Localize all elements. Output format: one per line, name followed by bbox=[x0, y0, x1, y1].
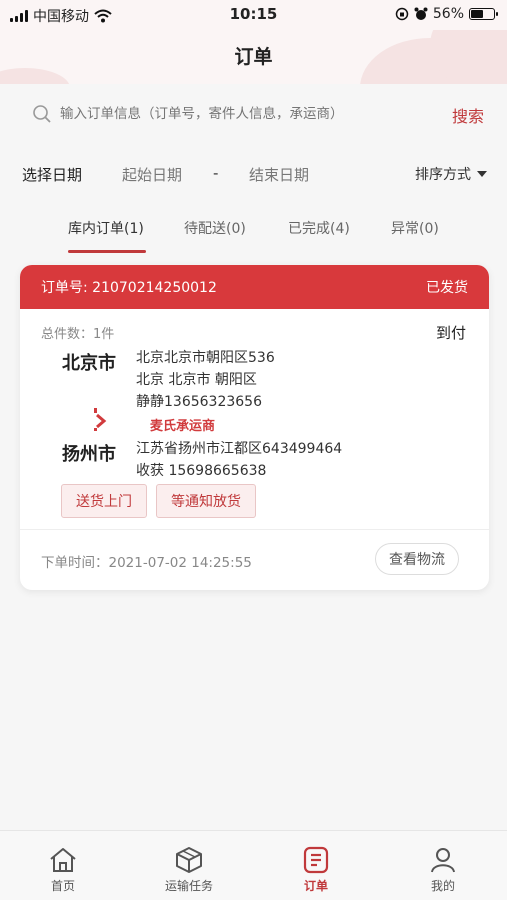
orientation-lock-icon bbox=[395, 7, 409, 21]
page-title: 订单 bbox=[234, 46, 273, 68]
order-card[interactable]: 订单号: 21070214250012 已发货 总件数：1件 到付 北京市 北京… bbox=[20, 265, 489, 590]
card-divider bbox=[20, 529, 489, 530]
nav-transport-tasks[interactable]: 运输任务 bbox=[126, 831, 252, 900]
order-time: 下单时间：2021-07-02 14:25:55 bbox=[41, 555, 252, 571]
date-separator: - bbox=[213, 164, 219, 182]
order-tabs: 库内订单(1) 待配送(0) 已完成(4) 异常(0) bbox=[22, 212, 487, 256]
nav-profile-label: 我的 bbox=[430, 879, 455, 893]
order-number: 订单号: 21070214250012 bbox=[41, 280, 217, 296]
search-bar: 搜索 bbox=[22, 92, 492, 136]
battery-icon bbox=[469, 8, 498, 20]
page-header: 订单 bbox=[0, 30, 507, 84]
end-date-field[interactable]: 结束日期 bbox=[249, 164, 309, 185]
box-icon bbox=[176, 847, 202, 873]
order-status: 已发货 bbox=[426, 280, 468, 296]
sender-address: 北京北京市朝阳区536 bbox=[136, 350, 275, 366]
nav-transport-label: 运输任务 bbox=[164, 879, 213, 893]
to-city: 扬州市 bbox=[62, 444, 116, 465]
date-filter: 选择日期 起始日期 - 结束日期 排序方式 bbox=[22, 160, 487, 190]
receiver-contact: 收获 15698665638 bbox=[136, 463, 267, 479]
order-icon bbox=[303, 846, 329, 874]
nav-home[interactable]: 首页 bbox=[0, 831, 126, 900]
tab-pending-delivery[interactable]: 待配送(0) bbox=[184, 218, 246, 238]
route-arrow-icon bbox=[94, 408, 107, 431]
status-right: 56% bbox=[395, 6, 498, 22]
header-decoration bbox=[0, 68, 70, 84]
nav-profile[interactable]: 我的 bbox=[380, 831, 506, 900]
search-button[interactable]: 搜索 bbox=[452, 103, 484, 127]
tag-wait-notice-release: 等通知放货 bbox=[156, 484, 256, 518]
nav-orders-label: 订单 bbox=[303, 879, 328, 893]
nav-orders[interactable]: 订单 bbox=[253, 831, 379, 900]
search-input[interactable] bbox=[60, 106, 420, 122]
carrier-name-label: 麦氏承运商 bbox=[150, 419, 216, 434]
start-date-field[interactable]: 起始日期 bbox=[122, 164, 182, 185]
from-city: 北京市 bbox=[62, 353, 116, 374]
battery-percent: 56% bbox=[432, 6, 464, 22]
home-icon bbox=[50, 848, 76, 872]
status-bar: 中国移动 10:15 56% bbox=[0, 0, 507, 30]
search-icon bbox=[33, 105, 51, 123]
sender-contact: 静静13656323656 bbox=[136, 394, 262, 410]
receiver-address: 江苏省扬州市江都区643499464 bbox=[136, 441, 343, 457]
date-filter-label: 选择日期 bbox=[22, 166, 83, 184]
nav-home-label: 首页 bbox=[50, 879, 75, 893]
sort-label: 排序方式 bbox=[415, 167, 471, 183]
tag-door-delivery: 送货上门 bbox=[61, 484, 147, 518]
bottom-nav: 首页 运输任务 订单 我的 bbox=[0, 830, 507, 900]
sort-dropdown[interactable]: 排序方式 bbox=[415, 164, 487, 184]
tab-in-warehouse[interactable]: 库内订单(1) bbox=[68, 218, 144, 238]
payment-method: 到付 bbox=[435, 324, 466, 342]
sender-info: 北京北京市朝阳区536 北京 北京市 朝阳区 静静13656323656 bbox=[136, 347, 275, 413]
tab-exception[interactable]: 异常(0) bbox=[391, 218, 439, 238]
alarm-icon bbox=[414, 7, 428, 20]
order-card-header: 订单号: 21070214250012 已发货 bbox=[20, 265, 489, 309]
user-icon bbox=[431, 848, 455, 873]
sender-region: 北京 北京市 朝阳区 bbox=[136, 372, 257, 388]
receiver-info: 江苏省扬州市江都区643499464 收获 15698665638 bbox=[136, 438, 342, 482]
tab-completed[interactable]: 已完成(4) bbox=[288, 218, 350, 238]
view-logistics-button[interactable]: 查看物流 bbox=[375, 543, 459, 575]
active-tab-indicator bbox=[68, 250, 146, 253]
caret-down-icon bbox=[477, 171, 487, 177]
total-items: 总件数：1件 bbox=[41, 327, 115, 342]
